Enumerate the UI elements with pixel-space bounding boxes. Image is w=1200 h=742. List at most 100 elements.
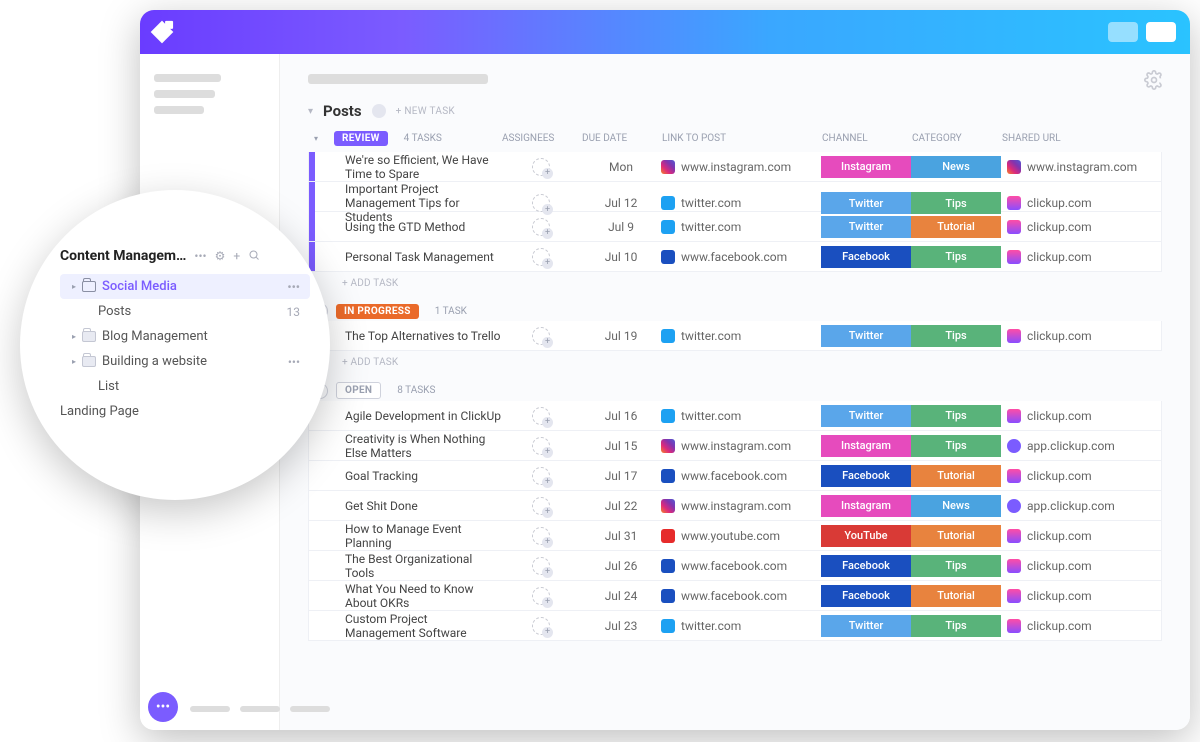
task-title[interactable]: Custom Project Management Software: [335, 612, 501, 640]
info-icon[interactable]: [372, 104, 386, 118]
sidebar-item[interactable]: ▸ Building a website•••: [60, 349, 310, 374]
channel-chip[interactable]: Twitter: [821, 325, 911, 347]
link-to-post[interactable]: twitter.com: [661, 329, 821, 343]
category-chip[interactable]: Tips: [911, 192, 1001, 214]
search-icon[interactable]: [248, 249, 260, 264]
titlebar-button-1[interactable]: [1108, 22, 1138, 42]
assignee-button[interactable]: [501, 617, 581, 635]
due-date[interactable]: Jul 16: [581, 409, 661, 423]
due-date[interactable]: Jul 23: [581, 619, 661, 633]
due-date[interactable]: Jul 17: [581, 469, 661, 483]
channel-chip[interactable]: Facebook: [821, 585, 911, 607]
status-pill[interactable]: IN PROGRESS: [336, 304, 419, 319]
category-chip[interactable]: News: [911, 156, 1001, 178]
link-to-post[interactable]: www.facebook.com: [661, 250, 821, 264]
shared-url[interactable]: clickup.com: [1001, 469, 1161, 483]
assignee-button[interactable]: [501, 194, 581, 212]
link-to-post[interactable]: twitter.com: [661, 409, 821, 423]
due-date[interactable]: Jul 22: [581, 499, 661, 513]
sidebar-item[interactable]: Landing Page: [60, 399, 310, 424]
item-count[interactable]: 13: [287, 305, 301, 319]
channel-chip[interactable]: YouTube: [821, 525, 911, 547]
link-to-post[interactable]: twitter.com: [661, 196, 821, 210]
new-task-button[interactable]: + NEW TASK: [396, 106, 455, 117]
add-task-button[interactable]: + ADD TASK: [308, 272, 1162, 299]
task-title[interactable]: We're so Efficient, We Have Time to Spar…: [335, 153, 501, 181]
category-chip[interactable]: Tips: [911, 555, 1001, 577]
task-title[interactable]: Goal Tracking: [335, 469, 501, 483]
assignee-button[interactable]: [501, 327, 581, 345]
gear-icon[interactable]: ⚙: [215, 249, 226, 264]
link-to-post[interactable]: www.facebook.com: [661, 559, 821, 573]
category-chip[interactable]: Tips: [911, 325, 1001, 347]
assignee-button[interactable]: [501, 527, 581, 545]
link-to-post[interactable]: www.instagram.com: [661, 499, 821, 513]
task-row[interactable]: We're so Efficient, We Have Time to Spar…: [308, 152, 1162, 182]
sidebar-item[interactable]: List: [60, 374, 310, 399]
chat-icon[interactable]: •••: [148, 692, 178, 722]
task-row[interactable]: Custom Project Management Software Jul 2…: [308, 611, 1162, 641]
task-title[interactable]: Agile Development in ClickUp: [335, 409, 501, 423]
column-link[interactable]: LINK TO POST: [662, 133, 822, 144]
column-category[interactable]: CATEGORY: [912, 133, 1002, 144]
channel-chip[interactable]: Twitter: [821, 216, 911, 238]
link-to-post[interactable]: www.facebook.com: [661, 589, 821, 603]
task-title[interactable]: What You Need to Know About OKRs: [335, 582, 501, 610]
category-chip[interactable]: Tutorial: [911, 216, 1001, 238]
shared-url[interactable]: clickup.com: [1001, 559, 1161, 573]
assignee-button[interactable]: [501, 158, 581, 176]
task-title[interactable]: Important Project Management Tips for St…: [335, 182, 501, 224]
channel-chip[interactable]: Instagram: [821, 495, 911, 517]
category-chip[interactable]: News: [911, 495, 1001, 517]
shared-url[interactable]: clickup.com: [1001, 619, 1161, 633]
settings-icon[interactable]: [1144, 70, 1164, 94]
task-row[interactable]: What You Need to Know About OKRs Jul 24 …: [308, 581, 1162, 611]
shared-url[interactable]: clickup.com: [1001, 196, 1161, 210]
group-toggle-icon[interactable]: ▾: [308, 130, 324, 146]
link-to-post[interactable]: twitter.com: [661, 619, 821, 633]
channel-chip[interactable]: Twitter: [821, 192, 911, 214]
space-title[interactable]: Content Managem…: [60, 248, 186, 264]
task-row[interactable]: Get Shit Done Jul 22 www.instagram.com I…: [308, 491, 1162, 521]
task-row[interactable]: Creativity is When Nothing Else Matters …: [308, 431, 1162, 461]
task-title[interactable]: Creativity is When Nothing Else Matters: [335, 432, 501, 460]
category-chip[interactable]: Tips: [911, 435, 1001, 457]
shared-url[interactable]: clickup.com: [1001, 529, 1161, 543]
sidebar-item[interactable]: ▸ Blog Management: [60, 324, 310, 349]
task-title[interactable]: Personal Task Management: [335, 250, 501, 264]
due-date[interactable]: Jul 19: [581, 329, 661, 343]
task-title[interactable]: The Best Organizational Tools: [335, 552, 501, 580]
category-chip[interactable]: Tutorial: [911, 585, 1001, 607]
due-date[interactable]: Mon: [581, 160, 661, 174]
task-row[interactable]: The Best Organizational Tools Jul 26 www…: [308, 551, 1162, 581]
shared-url[interactable]: www.instagram.com: [1001, 160, 1161, 174]
status-pill[interactable]: REVIEW: [334, 131, 388, 146]
link-to-post[interactable]: www.instagram.com: [661, 160, 821, 174]
due-date[interactable]: Jul 9: [581, 220, 661, 234]
assignee-button[interactable]: [501, 557, 581, 575]
task-title[interactable]: Get Shit Done: [335, 499, 501, 513]
titlebar-button-2[interactable]: [1146, 22, 1176, 42]
category-chip[interactable]: Tutorial: [911, 465, 1001, 487]
shared-url[interactable]: clickup.com: [1001, 329, 1161, 343]
channel-chip[interactable]: Facebook: [821, 246, 911, 268]
channel-chip[interactable]: Instagram: [821, 156, 911, 178]
column-due[interactable]: DUE DATE: [582, 133, 662, 144]
link-to-post[interactable]: www.facebook.com: [661, 469, 821, 483]
task-row[interactable]: How to Manage Event Planning Jul 31 www.…: [308, 521, 1162, 551]
link-to-post[interactable]: www.instagram.com: [661, 439, 821, 453]
shared-url[interactable]: clickup.com: [1001, 589, 1161, 603]
channel-chip[interactable]: Twitter: [821, 405, 911, 427]
task-title[interactable]: The Top Alternatives to Trello: [335, 329, 501, 343]
category-chip[interactable]: Tips: [911, 405, 1001, 427]
more-icon[interactable]: •••: [287, 280, 300, 294]
plus-icon[interactable]: +: [233, 249, 240, 264]
assignee-button[interactable]: [501, 587, 581, 605]
assignee-button[interactable]: [501, 218, 581, 236]
column-channel[interactable]: CHANNEL: [822, 133, 912, 144]
assignee-button[interactable]: [501, 467, 581, 485]
more-icon[interactable]: •••: [288, 355, 300, 369]
due-date[interactable]: Jul 24: [581, 589, 661, 603]
due-date[interactable]: Jul 31: [581, 529, 661, 543]
category-chip[interactable]: Tips: [911, 615, 1001, 637]
